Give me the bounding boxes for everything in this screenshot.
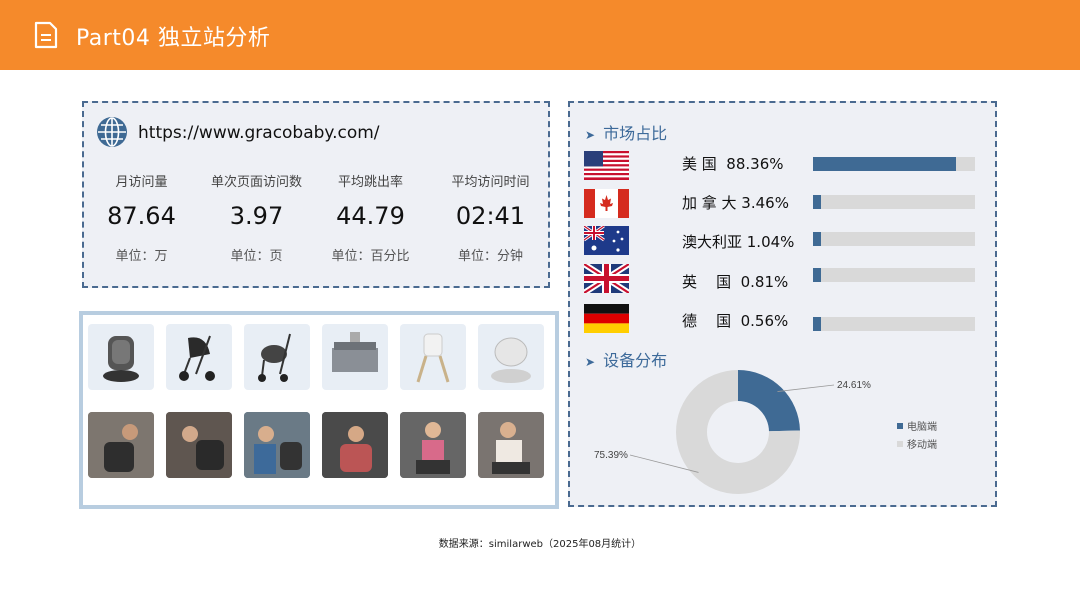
metric-label: 平均访问时间 bbox=[451, 175, 530, 190]
product-gallery bbox=[79, 311, 559, 509]
travel-system-image bbox=[244, 324, 310, 390]
metric-pages-per-visit: 单次页面访问数 3.97 单位：页 bbox=[199, 171, 314, 264]
legend-swatch bbox=[897, 422, 903, 429]
legend-label: 电脑端 bbox=[907, 422, 937, 433]
metric-label: 单次页面访问数 bbox=[210, 175, 302, 190]
site-url: https://www.gracobaby.com/ bbox=[138, 123, 380, 143]
metric-visit-duration: 平均访问时间 02:41 单位：分钟 bbox=[433, 171, 548, 264]
page-header: Part04 独立站分析 bbox=[0, 0, 1080, 70]
metric-value: 02:41 bbox=[455, 202, 526, 230]
high-chair-image bbox=[400, 324, 466, 390]
metric-label: 平均跳出率 bbox=[337, 175, 403, 190]
metric-monthly-visits: 月访问量 87.64 单位：万 bbox=[84, 171, 199, 264]
slice-label-mobile: 75.39% bbox=[594, 450, 628, 461]
metric-value: 87.64 bbox=[107, 202, 176, 230]
page-title: Part04 独立站分析 bbox=[76, 26, 271, 51]
baby-swing-image bbox=[478, 324, 544, 390]
metric-value: 44.79 bbox=[336, 202, 405, 230]
legend-label: 移动端 bbox=[907, 440, 937, 451]
market-device-card: ➤ 市场占比 美 国 88.36% 加 拿 大 3.46% 澳大利亚 1.04% … bbox=[568, 101, 997, 507]
lifestyle-photo bbox=[322, 412, 388, 478]
lifestyle-photo bbox=[88, 412, 154, 478]
leader-line-desktop bbox=[777, 384, 835, 392]
slice-label-desktop: 24.61% bbox=[837, 380, 871, 391]
legend-item-desktop: 电脑端 bbox=[897, 418, 937, 433]
metric-bounce-rate: 平均跳出率 44.79 单位：百分比 bbox=[313, 171, 428, 264]
document-icon bbox=[34, 21, 58, 49]
legend-swatch bbox=[897, 440, 903, 447]
playard-image bbox=[322, 324, 388, 390]
car-seat-image bbox=[88, 324, 154, 390]
lifestyle-photo bbox=[478, 412, 544, 478]
site-metrics-card: https://www.gracobaby.com/ 月访问量 87.64 单位… bbox=[82, 101, 550, 288]
metric-unit: 单位：分钟 bbox=[457, 249, 523, 264]
metric-unit: 单位：百分比 bbox=[331, 249, 410, 264]
stroller-image bbox=[166, 324, 232, 390]
lifestyle-photo bbox=[400, 412, 466, 478]
globe-icon bbox=[97, 117, 127, 147]
metric-value: 3.97 bbox=[229, 202, 284, 230]
metric-label: 月访问量 bbox=[115, 175, 168, 190]
lifestyle-photo bbox=[166, 412, 232, 478]
lifestyle-photo bbox=[244, 412, 310, 478]
data-source-note: 数据来源：similarweb（2025年08月统计） bbox=[438, 539, 642, 550]
device-legend: 电脑端 移动端 bbox=[897, 418, 937, 454]
metric-unit: 单位：页 bbox=[230, 249, 283, 264]
pie-slice-desktop bbox=[738, 370, 800, 432]
legend-item-mobile: 移动端 bbox=[897, 436, 937, 451]
metric-unit: 单位：万 bbox=[115, 249, 168, 264]
